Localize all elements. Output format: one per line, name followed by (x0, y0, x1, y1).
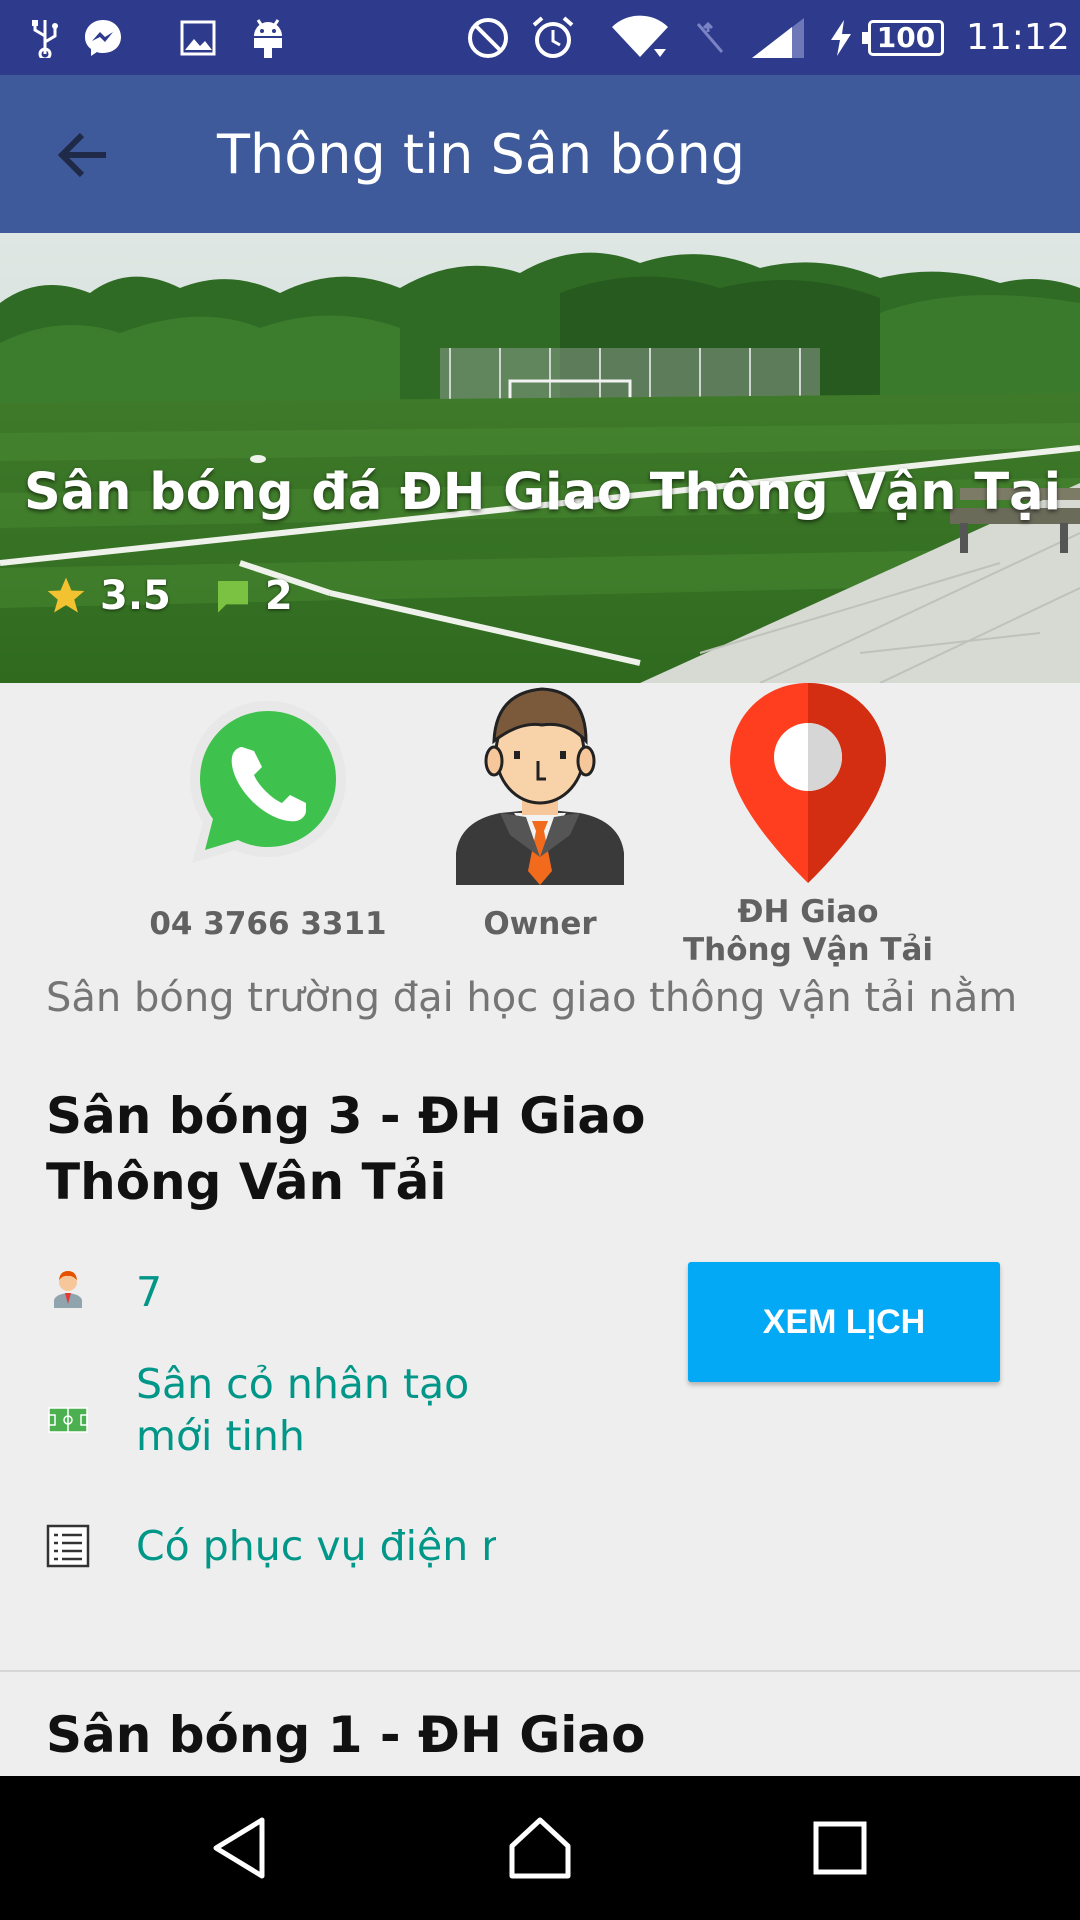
nav-back-icon (213, 1817, 265, 1879)
surface-description: Sân cỏ nhân tạo mới tinh (136, 1358, 516, 1462)
cell-signal-icon (748, 0, 808, 75)
whatsapp-icon (190, 701, 346, 863)
page-title: Thông tin Sân bóng (217, 123, 746, 186)
services-row: Có phục vụ điện nư (46, 1520, 496, 1582)
arrow-back-icon (57, 132, 106, 178)
rating-row: 3.5 2 (44, 573, 335, 619)
sub-field-title-2: Sân bóng 1 - ĐH Giao (46, 1702, 666, 1768)
nav-home-button[interactable] (480, 1776, 600, 1920)
navigation-bar (0, 1776, 1080, 1920)
android-icon (250, 0, 286, 75)
surface-row: Sân cỏ nhân tạo mới tinh (46, 1358, 516, 1462)
field-description: Sân bóng trường đại học giao thông vận t… (46, 975, 1018, 1021)
players-count: 7 (136, 1268, 163, 1316)
charging-icon (826, 0, 856, 75)
battery-icon: 100 (862, 20, 944, 56)
star-icon (47, 577, 85, 613)
status-bar: 100 11:12 (0, 0, 1080, 75)
contact-info-row: 04 3766 3311 Owner ĐH Giao Thông Vận Tải (0, 683, 1080, 983)
surface-line1: Sân cỏ nhân tạo (136, 1360, 470, 1408)
status-clock: 11:12 (966, 17, 1070, 58)
list-icon (46, 1524, 90, 1568)
app-bar: Thông tin Sân bóng (0, 75, 1080, 233)
back-button[interactable] (48, 119, 120, 191)
alarm-icon (530, 0, 576, 75)
sub-field-title: Sân bóng 3 - ĐH Giao Thông Vân Tải (46, 1083, 666, 1215)
no-signal-icon (690, 0, 730, 75)
card-divider (0, 1670, 1080, 1672)
nav-back-button[interactable] (180, 1776, 300, 1920)
view-schedule-button[interactable]: XEM LỊCH (688, 1262, 1000, 1382)
rating-value: 3.5 (100, 573, 171, 619)
phone-number: 04 3766 3311 (149, 906, 387, 942)
sub-field-title-line2: Thông Vân Tải (46, 1153, 447, 1211)
wifi-icon (610, 0, 670, 75)
location-line2: Thông Vận Tải (682, 932, 934, 968)
sub-field-title-line1: Sân bóng 3 - ĐH Giao (46, 1087, 646, 1145)
nav-recents-button[interactable] (780, 1776, 900, 1920)
owner-avatar-icon (456, 687, 624, 885)
location-line1: ĐH Giao (737, 894, 879, 930)
owner-label: Owner (483, 906, 597, 942)
map-pin-icon (730, 683, 886, 883)
comment-icon (217, 581, 248, 613)
surface-line2: mới tinh (136, 1412, 305, 1460)
players-row: 7 (46, 1266, 516, 1318)
pitch-icon (46, 1398, 90, 1442)
nav-home-icon (509, 1817, 571, 1879)
usb-icon (30, 0, 60, 75)
messenger-icon (82, 0, 124, 75)
do-not-disturb-icon (466, 0, 510, 75)
sub-field-title-2-line1: Sân bóng 1 - ĐH Giao (46, 1706, 646, 1764)
field-hero-image: Sân bóng đá ĐH Giao Thông Vận Tại 3.5 2 (0, 233, 1080, 683)
field-name: Sân bóng đá ĐH Giao Thông Vận Tại (24, 463, 1062, 522)
player-icon (46, 1266, 90, 1310)
nav-recents-icon (813, 1821, 867, 1875)
image-icon (178, 0, 218, 75)
comment-count: 2 (264, 573, 293, 619)
services-description: Có phục vụ điện nư (136, 1522, 496, 1570)
